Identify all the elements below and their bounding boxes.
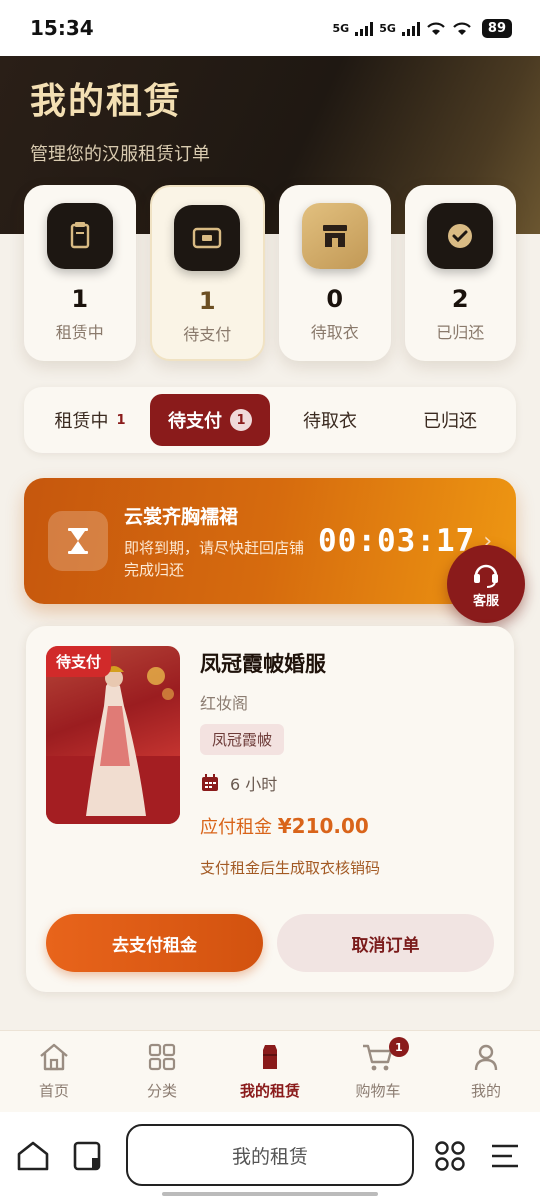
price-row: 应付租金 ¥210.00 bbox=[200, 813, 380, 839]
stat-label: 已归还 bbox=[436, 323, 485, 342]
browser-toolbar: 我的租赁 bbox=[0, 1112, 540, 1200]
user-icon bbox=[474, 1044, 498, 1071]
nav-label: 分类 bbox=[146, 1082, 177, 1100]
signal-icon-2 bbox=[401, 20, 420, 36]
home-indicator bbox=[162, 1192, 378, 1196]
product-name: 凤冠霞帔婚服 bbox=[200, 652, 326, 676]
stat-count: 0 bbox=[326, 285, 344, 313]
stat-card-renting[interactable]: 1 租赁中 bbox=[24, 185, 136, 361]
order-card[interactable]: 待支付 凤冠霞帔婚服 红妆阁 凤冠霞帔 6 小时 应付租金 ¥210.00 支付… bbox=[26, 626, 514, 992]
tab-label: 已归还 bbox=[423, 411, 477, 432]
status-icons: 5G 5G 89 bbox=[332, 18, 512, 38]
page-title: 我的租赁 bbox=[30, 81, 183, 122]
duration-text: 6 小时 bbox=[230, 775, 278, 794]
tab-pending-payment[interactable]: 待支付 1 bbox=[150, 394, 270, 446]
nav-item-cart[interactable]: 1 购物车 bbox=[324, 1031, 432, 1112]
status-bar: 15:34 5G 5G 89 bbox=[0, 0, 540, 56]
tab-renting[interactable]: 租赁中 1 bbox=[30, 394, 150, 446]
order-tabs: 租赁中 1 待支付 1 待取衣 已归还 bbox=[24, 387, 516, 453]
grid-icon bbox=[148, 1043, 176, 1071]
nav-label: 我的 bbox=[470, 1082, 501, 1100]
payment-icon bbox=[174, 205, 241, 271]
nav-label: 首页 bbox=[38, 1082, 69, 1100]
store-icon bbox=[301, 203, 368, 269]
calendar-icon bbox=[202, 774, 218, 791]
return-reminder-banner[interactable]: 云裳齐胸襦裙 即将到期，请尽快赶回店铺完成归还 00:03:17 › bbox=[24, 478, 516, 604]
order-note: 支付租金后生成取衣核销码 bbox=[200, 859, 381, 877]
rental-duration: 6 小时 bbox=[200, 771, 380, 795]
status-badge: 待支付 bbox=[46, 646, 112, 677]
stat-count: 2 bbox=[451, 285, 469, 313]
price-value: ¥210.00 bbox=[277, 814, 369, 838]
network-label-1: 5G bbox=[332, 21, 350, 35]
order-actions: 去支付租金 取消订单 bbox=[46, 914, 494, 972]
jar-icon bbox=[46, 203, 113, 269]
product-image[interactable]: 待支付 bbox=[46, 646, 180, 824]
wifi-icon-2 bbox=[453, 22, 471, 35]
countdown-timer: 00:03:17 bbox=[318, 523, 476, 559]
banner-desc: 即将到期，请尽快赶回店铺完成归还 bbox=[124, 538, 305, 579]
nav-item-home[interactable]: 首页 bbox=[0, 1031, 108, 1112]
tabs-icon[interactable] bbox=[72, 1140, 106, 1172]
network-label-2: 5G bbox=[379, 21, 396, 35]
customer-service-button[interactable]: 客服 bbox=[447, 545, 525, 623]
wifi-icon bbox=[427, 22, 445, 35]
nav-item-my-rental[interactable]: 我的租赁 bbox=[216, 1031, 324, 1112]
headset-icon bbox=[474, 564, 498, 588]
banner-text: 云裳齐胸襦裙 即将到期，请尽快赶回店铺完成归还 bbox=[124, 502, 304, 581]
pay-rent-button[interactable]: 去支付租金 bbox=[46, 914, 263, 972]
customer-service-label: 客服 bbox=[472, 593, 499, 609]
tab-count: 1 bbox=[230, 409, 252, 431]
stat-count: 1 bbox=[198, 287, 216, 315]
nav-item-profile[interactable]: 我的 bbox=[432, 1031, 540, 1112]
banner-title: 云裳齐胸襦裙 bbox=[124, 505, 239, 528]
stat-card-returned[interactable]: 2 已归还 bbox=[404, 185, 516, 361]
battery-icon: 89 bbox=[481, 18, 512, 38]
address-bar[interactable]: 我的租赁 bbox=[126, 1124, 414, 1186]
home-icon bbox=[40, 1043, 68, 1071]
stats-row: 1 租赁中 1 待支付 0 待取衣 2 已归还 bbox=[24, 185, 516, 361]
order-info: 凤冠霞帔婚服 红妆阁 凤冠霞帔 6 小时 应付租金 ¥210.00 支付租金后生… bbox=[200, 648, 380, 878]
cancel-order-button[interactable]: 取消订单 bbox=[277, 914, 494, 972]
status-time: 15:34 bbox=[30, 16, 94, 40]
hourglass-icon bbox=[48, 511, 108, 571]
page-subtitle: 管理您的汉服租赁订单 bbox=[30, 144, 210, 165]
tab-count: 1 bbox=[116, 412, 126, 428]
tab-label: 待支付 bbox=[168, 411, 222, 432]
nav-label: 我的租赁 bbox=[239, 1082, 300, 1100]
product-tag: 凤冠霞帔 bbox=[200, 724, 285, 755]
tab-returned[interactable]: 已归还 bbox=[390, 394, 510, 446]
apps-grid-icon[interactable] bbox=[434, 1140, 466, 1172]
shop-name: 红妆阁 bbox=[200, 694, 249, 713]
stat-count: 1 bbox=[71, 285, 89, 313]
check-circle-icon bbox=[427, 203, 494, 269]
tab-pickup[interactable]: 待取衣 bbox=[270, 394, 390, 446]
browser-home-icon[interactable] bbox=[16, 1140, 50, 1172]
nav-label: 购物车 bbox=[355, 1082, 401, 1100]
stat-label: 租赁中 bbox=[55, 323, 104, 342]
stat-label: 待支付 bbox=[183, 325, 232, 344]
tab-label: 租赁中 bbox=[54, 411, 109, 432]
robe-icon bbox=[263, 1045, 277, 1069]
bottom-nav: 首页 分类 我的租赁 1 购物车 我的 bbox=[0, 1030, 540, 1112]
stat-card-pending-payment[interactable]: 1 待支付 bbox=[149, 185, 265, 361]
stat-card-pickup[interactable]: 0 待取衣 bbox=[279, 185, 391, 361]
signal-icon bbox=[355, 20, 374, 36]
cart-badge: 1 bbox=[388, 1037, 409, 1057]
price-label: 应付租金 bbox=[200, 817, 272, 838]
nav-item-category[interactable]: 分类 bbox=[108, 1031, 216, 1112]
tab-label: 待取衣 bbox=[303, 411, 357, 432]
menu-icon[interactable] bbox=[490, 1142, 520, 1170]
stat-label: 待取衣 bbox=[310, 323, 359, 342]
